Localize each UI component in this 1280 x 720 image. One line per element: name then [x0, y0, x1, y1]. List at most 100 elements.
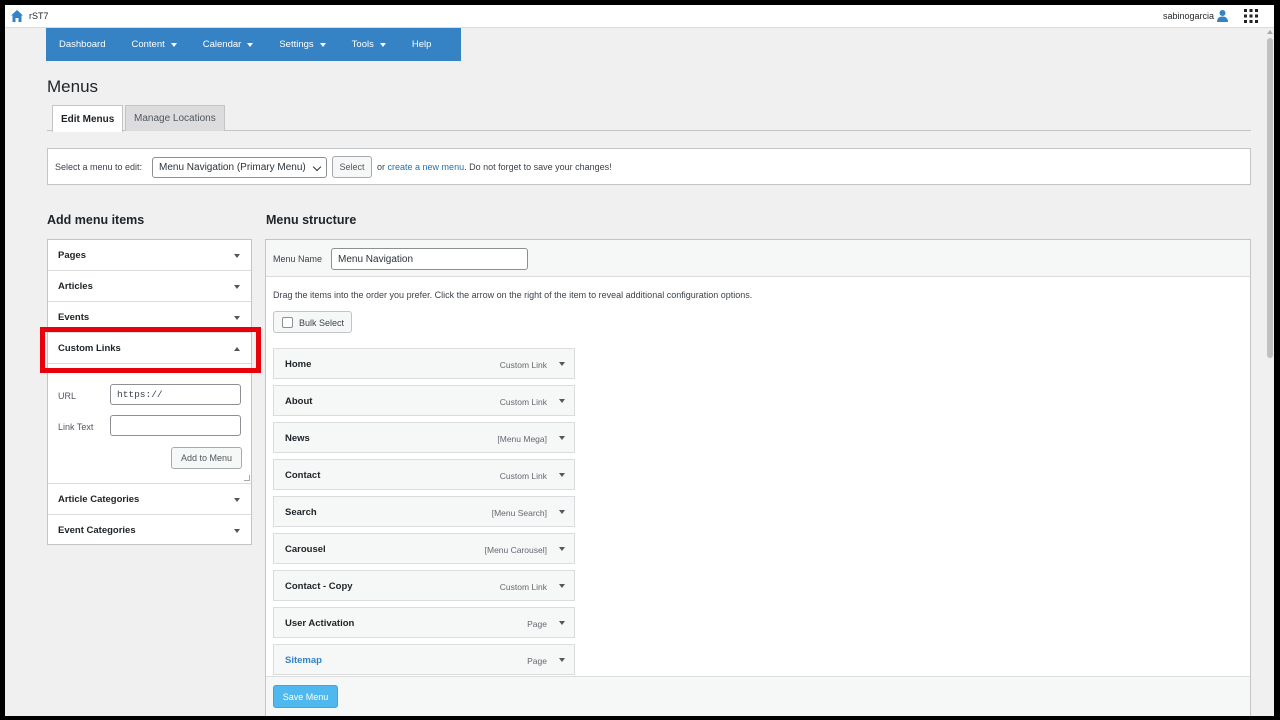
menu-item[interactable]: User Activation Page: [273, 607, 575, 638]
bulk-select-checkbox[interactable]: [282, 317, 293, 328]
url-input[interactable]: https://: [110, 384, 241, 405]
menu-item[interactable]: Contact - Copy Custom Link: [273, 570, 575, 601]
menu-item[interactable]: Search [Menu Search]: [273, 496, 575, 527]
save-menu-button[interactable]: Save Menu: [273, 685, 338, 708]
page-title: Menus: [47, 77, 99, 96]
add-to-menu-button[interactable]: Add to Menu: [171, 447, 242, 469]
menu-item-type: Custom Link: [499, 471, 547, 481]
instructions-text: Drag the items into the order you prefer…: [273, 290, 753, 300]
caret-down-icon: [247, 42, 254, 47]
menu-item-type: Custom Link: [499, 360, 547, 370]
menu-item[interactable]: Home Custom Link: [273, 348, 575, 379]
menu-dropdown-value: Menu Navigation (Primary Menu): [159, 162, 306, 173]
tab-bar: Edit Menus Manage Locations: [47, 105, 1251, 132]
menu-item[interactable]: About Custom Link: [273, 385, 575, 416]
caret-up-icon: [234, 347, 240, 351]
main-nav: Dashboard Content Calendar Settings Tool…: [46, 28, 461, 61]
menu-item[interactable]: Contact Custom Link: [273, 459, 575, 490]
nav-label: Settings: [279, 39, 314, 50]
accordion-event-categories[interactable]: Event Categories: [48, 515, 251, 546]
nav-label: Help: [411, 39, 432, 50]
menu-item-type: [Menu Carousel]: [484, 545, 547, 555]
caret-down-icon[interactable]: [559, 399, 565, 403]
add-items-accordion: Pages Articles Events Custom Links URL h…: [47, 239, 252, 545]
caret-down-icon: [234, 529, 240, 533]
caret-down-icon: [234, 316, 240, 320]
tab-manage-locations[interactable]: Manage Locations: [125, 105, 225, 131]
link-text-input[interactable]: [110, 415, 241, 436]
menu-structure-panel: Menu Name Menu Navigation Drag the items…: [265, 239, 1251, 716]
nav-settings[interactable]: Settings: [266, 28, 338, 61]
nav-label: Dashboard: [59, 39, 106, 50]
resize-grip-icon[interactable]: [244, 475, 250, 481]
tab-edit-menus[interactable]: Edit Menus: [52, 105, 124, 132]
accordion-title: Articles: [58, 281, 93, 292]
menu-item[interactable]: Sitemap Page: [273, 644, 575, 675]
menu-item-name: Search: [285, 507, 317, 518]
home-icon[interactable]: [10, 9, 24, 23]
accordion-title: Pages: [58, 250, 86, 261]
menu-item-name[interactable]: Sitemap: [285, 655, 322, 666]
chevron-down-icon: [312, 162, 322, 172]
caret-down-icon[interactable]: [559, 584, 565, 588]
app-window: rST7 sabinogarcia Dashboard Content Cale…: [5, 5, 1274, 716]
accordion-pages[interactable]: Pages: [48, 240, 251, 271]
caret-down-icon: [379, 42, 386, 47]
menu-item[interactable]: News [Menu Mega]: [273, 422, 575, 453]
menu-item-type: Page: [527, 656, 547, 666]
menu-structure-heading: Menu structure: [266, 213, 357, 227]
nav-label: Calendar: [202, 39, 242, 50]
reminder-text: . Do not forget to save your changes!: [464, 162, 612, 172]
apps-grid-icon[interactable]: [1244, 9, 1258, 23]
accordion-title: Events: [58, 312, 90, 323]
caret-down-icon[interactable]: [559, 621, 565, 625]
menu-item-type: [Menu Mega]: [497, 434, 547, 444]
accordion-custom-links[interactable]: Custom Links: [48, 333, 251, 364]
scroll-up-icon[interactable]: [1267, 30, 1273, 34]
menu-select-bar: Select a menu to edit: Menu Navigation (…: [47, 148, 1251, 185]
url-label: URL: [58, 391, 77, 401]
link-text-label: Link Text: [58, 422, 94, 432]
menu-dropdown[interactable]: Menu Navigation (Primary Menu): [152, 157, 327, 178]
nav-label: Tools: [351, 39, 374, 50]
caret-down-icon[interactable]: [559, 473, 565, 477]
bulk-select-toggle[interactable]: Bulk Select: [273, 311, 352, 333]
add-menu-items-heading: Add menu items: [47, 213, 145, 227]
user-name[interactable]: sabinogarcia: [1163, 11, 1214, 21]
nav-tools[interactable]: Tools: [339, 28, 399, 61]
caret-down-icon[interactable]: [559, 547, 565, 551]
caret-down-icon: [170, 42, 177, 47]
accordion-articles[interactable]: Articles: [48, 271, 251, 302]
caret-down-icon[interactable]: [559, 362, 565, 366]
caret-down-icon[interactable]: [559, 658, 565, 662]
menu-item-name: News: [285, 433, 310, 444]
nav-help[interactable]: Help: [399, 28, 445, 61]
caret-down-icon: [234, 254, 240, 258]
caret-down-icon[interactable]: [559, 436, 565, 440]
site-name[interactable]: rST7: [29, 11, 49, 21]
page-scrollbar[interactable]: [1266, 28, 1274, 716]
menu-name-input[interactable]: Menu Navigation: [331, 248, 528, 270]
nav-dashboard[interactable]: Dashboard: [46, 28, 118, 61]
create-new-menu-link[interactable]: create a new menu: [388, 162, 465, 172]
accordion-article-categories[interactable]: Article Categories: [48, 484, 251, 515]
accordion-events[interactable]: Events: [48, 302, 251, 333]
nav-calendar[interactable]: Calendar: [190, 28, 267, 61]
accordion-title: Custom Links: [58, 343, 121, 354]
nav-label: Content: [131, 39, 165, 50]
caret-down-icon: [234, 285, 240, 289]
top-bar: rST7 sabinogarcia: [5, 5, 1274, 28]
menu-item-type: Custom Link: [499, 582, 547, 592]
menu-item-type: Page: [527, 619, 547, 629]
menu-item[interactable]: Carousel [Menu Carousel]: [273, 533, 575, 564]
select-button[interactable]: Select: [332, 156, 372, 178]
scrollbar-thumb[interactable]: [1267, 38, 1273, 358]
nav-content[interactable]: Content: [118, 28, 189, 61]
menu-footer: Save Menu: [266, 676, 1250, 716]
menu-item-name: About: [285, 396, 313, 407]
caret-down-icon[interactable]: [559, 510, 565, 514]
select-hint: or create a new menu. Do not forget to s…: [377, 162, 612, 172]
custom-links-panel: URL https:// Link Text Add to Menu: [48, 364, 251, 484]
menu-item-name: Contact: [285, 470, 321, 481]
user-icon[interactable]: [1216, 9, 1229, 22]
